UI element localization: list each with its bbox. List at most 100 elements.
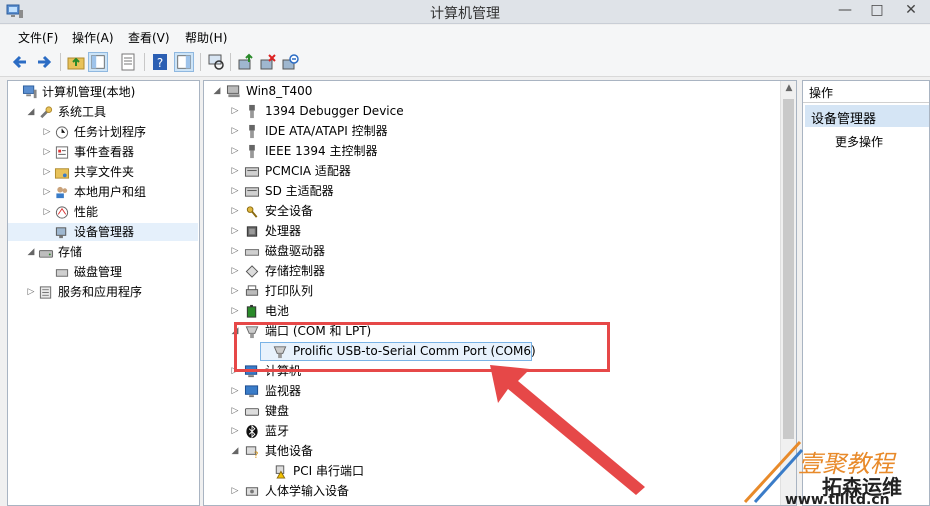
close-button[interactable]: ✕ (896, 0, 926, 22)
device-row[interactable]: ▷ 存储控制器 (204, 262, 779, 280)
tree-view-icon[interactable] (174, 52, 194, 72)
collapse-arrow-icon[interactable]: ◢ (212, 82, 222, 100)
device-row[interactable]: ▷ PCMCIA 适配器 (204, 162, 779, 180)
title-bar: 计算机管理 — □ ✕ (0, 0, 930, 24)
up-folder-icon[interactable] (66, 52, 86, 72)
minimize-button[interactable]: — (830, 0, 860, 22)
expand-arrow-icon[interactable]: ▷ (230, 422, 240, 440)
device-row[interactable]: ▷ 磁盘驱动器 (204, 242, 779, 260)
device-row[interactable]: ▷ 电池 (204, 302, 779, 320)
storage-icon (38, 250, 54, 258)
nav-item[interactable]: ▷ 性能 (8, 203, 198, 221)
help-icon[interactable]: ? (150, 52, 170, 72)
scroll-up-icon[interactable]: ▲ (781, 83, 797, 97)
device-label: PCMCIA 适配器 (265, 164, 351, 178)
back-icon[interactable] (10, 52, 30, 72)
device-label: 磁盘驱动器 (265, 244, 326, 258)
storage-controller-icon (245, 265, 259, 278)
nav-item[interactable]: ▷ 共享文件夹 (8, 163, 198, 181)
device-label: 安全设备 (265, 204, 314, 218)
expand-arrow-icon[interactable]: ▷ (42, 143, 52, 161)
expand-arrow-icon[interactable]: ▷ (230, 282, 240, 300)
more-actions-link[interactable]: 更多操作 (835, 133, 883, 150)
device-row[interactable]: ▷ 打印队列 (204, 282, 779, 300)
battery-icon (246, 304, 257, 318)
keyboard-icon (244, 408, 260, 416)
nav-item[interactable]: ▷ 任务计划程序 (8, 123, 198, 141)
scrollbar-thumb[interactable] (783, 99, 794, 439)
scan-hardware-icon[interactable] (206, 52, 226, 72)
expand-arrow-icon[interactable]: ▷ (230, 102, 240, 120)
svg-text:壹聚教程: 壹聚教程 (798, 450, 897, 478)
expand-arrow-icon[interactable]: ▷ (230, 302, 240, 320)
expand-arrow-icon[interactable]: ▷ (42, 183, 52, 201)
pcmcia-icon (244, 167, 260, 177)
device-row[interactable]: ▷ 1394 Debugger Device (204, 102, 779, 120)
nav-item[interactable]: 设备管理器 (8, 223, 198, 241)
device-row[interactable]: ▷ 安全设备 (204, 202, 779, 220)
expand-arrow-icon[interactable]: ▷ (26, 283, 36, 301)
device-row[interactable]: ▷ IDE ATA/ATAPI 控制器 (204, 122, 779, 140)
expand-arrow-icon[interactable]: ▷ (42, 163, 52, 181)
device-row[interactable]: ▷ IEEE 1394 主控制器 (204, 142, 779, 160)
expand-arrow-icon[interactable]: ▷ (42, 123, 52, 141)
printer-icon (245, 285, 259, 296)
device-label: 其他设备 (265, 444, 314, 458)
expand-arrow-icon[interactable]: ▷ (230, 202, 240, 220)
expand-arrow-icon[interactable]: ▷ (230, 382, 240, 400)
nav-item-label: 设备管理器 (74, 225, 135, 239)
event-viewer-icon (55, 146, 69, 159)
expand-arrow-icon[interactable]: ▷ (230, 242, 240, 260)
nav-item[interactable]: ▷ 本地用户和组 (8, 183, 198, 201)
console-tree-pane: 计算机管理(本地) ◢ 系统工具 ▷ 任务计划程序 ▷ 事件查看器 ▷ 共享文件夹 ▷ 本地用户和组… (7, 80, 200, 506)
nav-item[interactable]: 计算机管理(本地) (8, 83, 198, 101)
nav-item[interactable]: ◢ 系统工具 (8, 103, 198, 121)
expand-arrow-icon[interactable]: ▷ (230, 482, 240, 500)
expand-arrow-icon[interactable]: ▷ (230, 122, 240, 140)
device-label: 处理器 (265, 224, 302, 238)
expand-arrow-icon[interactable]: ◢ (26, 243, 36, 261)
expand-arrow-icon[interactable]: ▷ (42, 203, 52, 221)
device-label: IDE ATA/ATAPI 控制器 (265, 124, 388, 138)
device-label: 蓝牙 (265, 424, 290, 438)
menu-help[interactable]: 帮助(H) (185, 29, 227, 46)
expand-arrow-icon[interactable]: ▷ (230, 222, 240, 240)
nav-item[interactable]: ▷ 事件查看器 (8, 143, 198, 161)
actions-section-device-manager[interactable]: 设备管理器 (805, 105, 929, 127)
maximize-button[interactable]: □ (862, 0, 892, 22)
expand-arrow-icon[interactable]: ◢ (26, 103, 36, 121)
disable-icon[interactable] (280, 52, 300, 72)
device-tree-root[interactable]: ◢ Win8_T400 (204, 82, 779, 100)
device-label: 1394 Debugger Device (265, 104, 404, 118)
nav-item[interactable]: ◢ 存储 (8, 243, 198, 261)
device-label: PCI 串行端口 (293, 464, 364, 478)
processor-icon (246, 226, 258, 237)
nav-item-label: 任务计划程序 (74, 125, 147, 139)
nav-item[interactable]: ▷ 服务和应用程序 (8, 283, 198, 301)
menu-view[interactable]: 查看(V) (128, 29, 170, 46)
expand-arrow-icon[interactable]: ▷ (230, 142, 240, 160)
forward-icon[interactable] (34, 52, 54, 72)
device-row[interactable]: ▷ SD 主适配器 (204, 182, 779, 200)
device-label: 监视器 (265, 384, 302, 398)
clock-icon (55, 126, 69, 139)
expand-arrow-icon[interactable]: ◢ (230, 442, 240, 460)
expand-arrow-icon[interactable]: ▷ (230, 162, 240, 180)
menu-file[interactable]: 文件(F) (18, 29, 58, 46)
expand-arrow-icon[interactable]: ▷ (230, 262, 240, 280)
nav-item[interactable]: 磁盘管理 (8, 263, 198, 281)
device-label: 存储控制器 (265, 264, 326, 278)
uninstall-icon[interactable] (258, 52, 278, 72)
device-tree-root-label: Win8_T400 (246, 84, 313, 98)
expand-arrow-icon[interactable]: ▷ (230, 182, 240, 200)
update-driver-icon[interactable] (236, 52, 256, 72)
menu-action[interactable]: 操作(A) (72, 29, 114, 46)
device-row[interactable]: ▷ 处理器 (204, 222, 779, 240)
actions-title: 操作 (803, 81, 929, 103)
show-tree-icon[interactable] (88, 52, 108, 72)
disk-drive-icon (244, 249, 260, 256)
expand-arrow-icon[interactable]: ▷ (230, 402, 240, 420)
services-icon (39, 286, 52, 299)
properties-icon[interactable] (118, 52, 138, 72)
warning-device-icon (275, 465, 286, 479)
